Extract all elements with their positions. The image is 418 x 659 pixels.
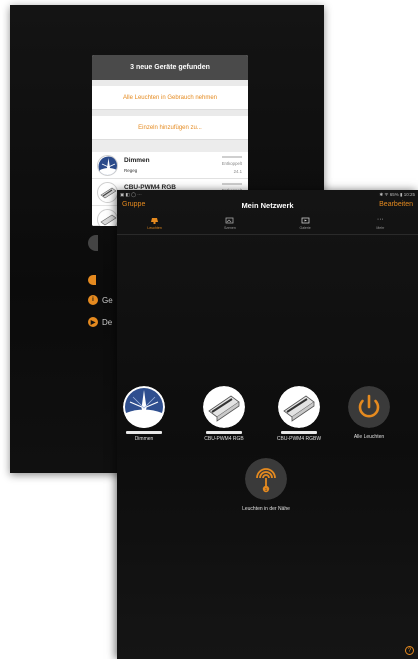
tile-label: Leuchten in der Nähe xyxy=(242,506,290,512)
tab-label: Leuchten xyxy=(147,226,162,230)
level-bar xyxy=(126,431,162,434)
device-vendor: Regeg xyxy=(124,168,138,173)
lamp-icon xyxy=(151,218,159,224)
luminaire-tile[interactable]: CBU-PWM4 RGBW xyxy=(269,386,329,442)
all-lights-tile[interactable]: Alle Leuchten xyxy=(339,386,399,440)
led-controller-icon xyxy=(97,182,118,203)
add-all-lights-button[interactable]: Alle Leuchten in Gebrauch nehmen xyxy=(92,86,248,110)
back-menu-label: Ge xyxy=(102,295,113,305)
help-icon[interactable]: ? xyxy=(405,646,414,655)
tab-label: Galerie xyxy=(299,226,311,230)
status-left: ▣ ◧ ◯ ··· xyxy=(120,191,142,197)
level-bar xyxy=(281,431,317,434)
device-row[interactable]: Dimmen Regeg Entkoppelt 24.1 xyxy=(92,152,248,179)
play-icon: ▶ xyxy=(88,317,98,327)
back-menu-item[interactable]: ▶ De xyxy=(88,317,112,327)
signal-bar xyxy=(222,156,242,158)
nearby-lights-tile[interactable]: 1 Leuchten in der Nähe xyxy=(236,458,296,512)
dialog-title: 3 neue Geräte gefunden xyxy=(92,55,248,80)
signal-bar xyxy=(222,183,242,185)
scene-icon xyxy=(225,217,234,224)
led-controller-icon xyxy=(203,386,245,428)
luminaire-tile[interactable]: Dimmen xyxy=(117,386,174,442)
nearby-signal-icon: 1 xyxy=(245,458,287,500)
tile-label: CBU-PWM4 RGB xyxy=(204,436,244,442)
compass-rose-icon xyxy=(123,386,165,428)
tab-lights[interactable]: Leuchten xyxy=(117,213,192,234)
tile-label: CBU-PWM4 RGBW xyxy=(276,436,322,442)
led-controller-icon xyxy=(97,209,118,226)
status-right: ✱ ᯤ 65% ▮ 10:25 xyxy=(379,191,415,197)
foreground-tablet-screen: ▣ ◧ ◯ ··· ✱ ᯤ 65% ▮ 10:25 Gruppe Mein Ne… xyxy=(117,190,418,659)
power-icon xyxy=(348,386,390,428)
back-menu-item[interactable]: i Ge xyxy=(88,295,113,305)
device-state: Entkoppelt xyxy=(221,161,242,166)
tile-label: Dimmen xyxy=(134,436,154,442)
gallery-icon xyxy=(301,217,310,224)
edit-button[interactable]: Bearbeiten xyxy=(379,201,413,208)
hidden-icon-edge xyxy=(88,235,98,251)
tab-bar: Leuchten Szenen Galerie ··· Mehr xyxy=(117,213,418,235)
led-controller-icon xyxy=(278,386,320,428)
tab-more[interactable]: ··· Mehr xyxy=(343,213,418,234)
tile-label: Alle Leuchten xyxy=(353,434,385,440)
level-bar xyxy=(206,431,242,434)
tab-label: Mehr xyxy=(376,226,385,230)
more-icon: ··· xyxy=(376,216,384,223)
status-bar: ▣ ◧ ◯ ··· ✱ ᯤ 65% ▮ 10:25 xyxy=(117,190,418,199)
back-menu-label: De xyxy=(102,317,113,327)
tab-scenes[interactable]: Szenen xyxy=(192,213,267,234)
luminaire-tile[interactable]: CBU-PWM4 RGB xyxy=(194,386,254,442)
dialog-gap xyxy=(92,140,248,152)
page-title: Mein Netzwerk xyxy=(241,201,294,210)
tab-label: Szenen xyxy=(223,226,236,230)
info-icon: i xyxy=(88,295,98,305)
device-name: Dimmen xyxy=(124,157,150,164)
partial-orange-icon xyxy=(88,275,96,285)
compass-rose-icon xyxy=(97,155,118,176)
tab-gallery[interactable]: Galerie xyxy=(268,213,343,234)
device-version: 24.1 xyxy=(233,169,242,174)
nav-bar: Gruppe Mein Netzwerk Bearbeiten xyxy=(117,199,418,213)
add-individually-button[interactable]: Einzeln hinzufügen zu... xyxy=(92,116,248,140)
